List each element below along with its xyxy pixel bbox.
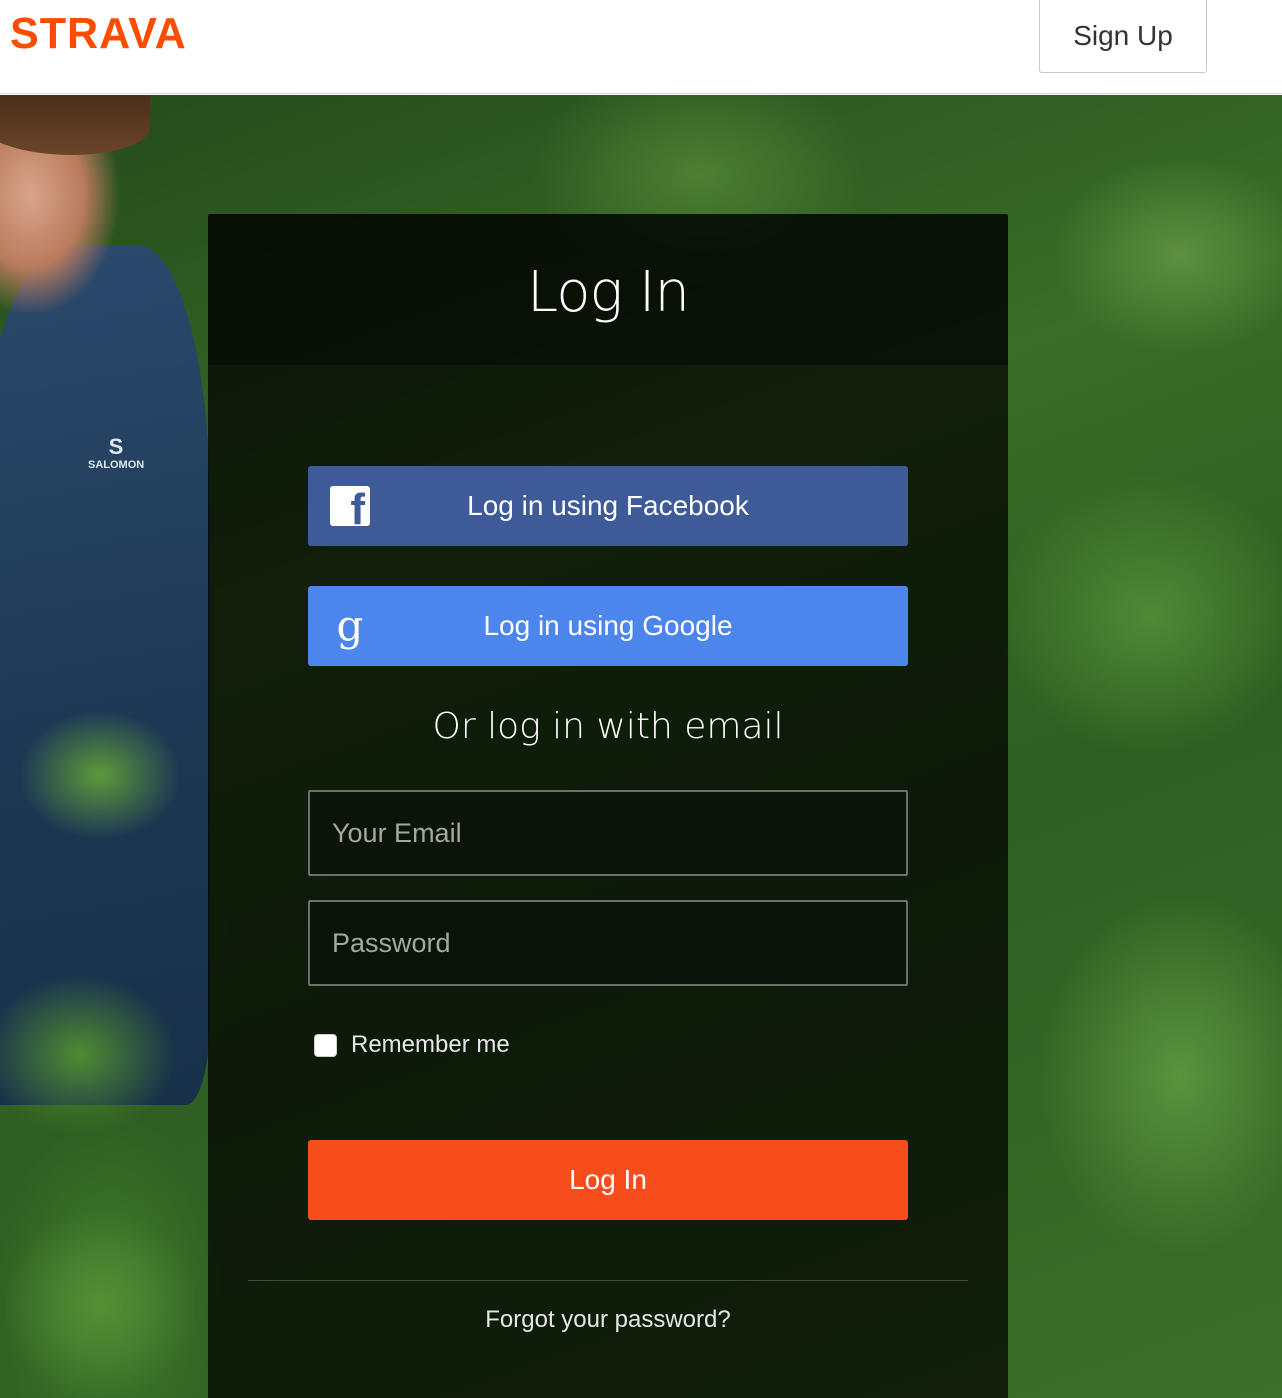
forgot-password-link[interactable]: Forgot your password?	[208, 1306, 1008, 1334]
runner-hair	[0, 95, 150, 155]
login-submit-label: Log In	[569, 1164, 647, 1195]
login-panel: Log In f Log in using Facebook g Log in …	[208, 214, 1008, 1398]
jacket-brand-logo: S SALOMON	[88, 434, 145, 472]
facebook-icon: f	[330, 486, 370, 526]
sign-up-button[interactable]: Sign Up	[1039, 0, 1207, 73]
google-login-label: Log in using Google	[483, 610, 733, 641]
login-panel-header: Log In	[208, 214, 1008, 366]
login-submit-button[interactable]: Log In	[308, 1140, 908, 1220]
facebook-login-label: Log in using Facebook	[467, 490, 749, 521]
email-field[interactable]	[308, 790, 908, 876]
page-title: Log In	[527, 260, 690, 325]
facebook-login-button[interactable]: f Log in using Facebook	[308, 466, 908, 546]
top-navigation-bar: STRAVA Sign Up	[0, 0, 1282, 94]
google-login-button[interactable]: g Log in using Google	[308, 586, 908, 666]
email-login-divider-text: Or log in with email	[432, 706, 784, 747]
foreground-bushes	[0, 655, 220, 1398]
google-icon: g	[336, 601, 364, 650]
strava-logo[interactable]: STRAVA	[10, 12, 187, 56]
remember-me-label: Remember me	[351, 1031, 510, 1058]
divider	[248, 1280, 968, 1281]
remember-me-option[interactable]: Remember me	[314, 1030, 510, 1060]
password-field[interactable]	[308, 900, 908, 986]
remember-me-checkbox[interactable]	[314, 1033, 337, 1057]
